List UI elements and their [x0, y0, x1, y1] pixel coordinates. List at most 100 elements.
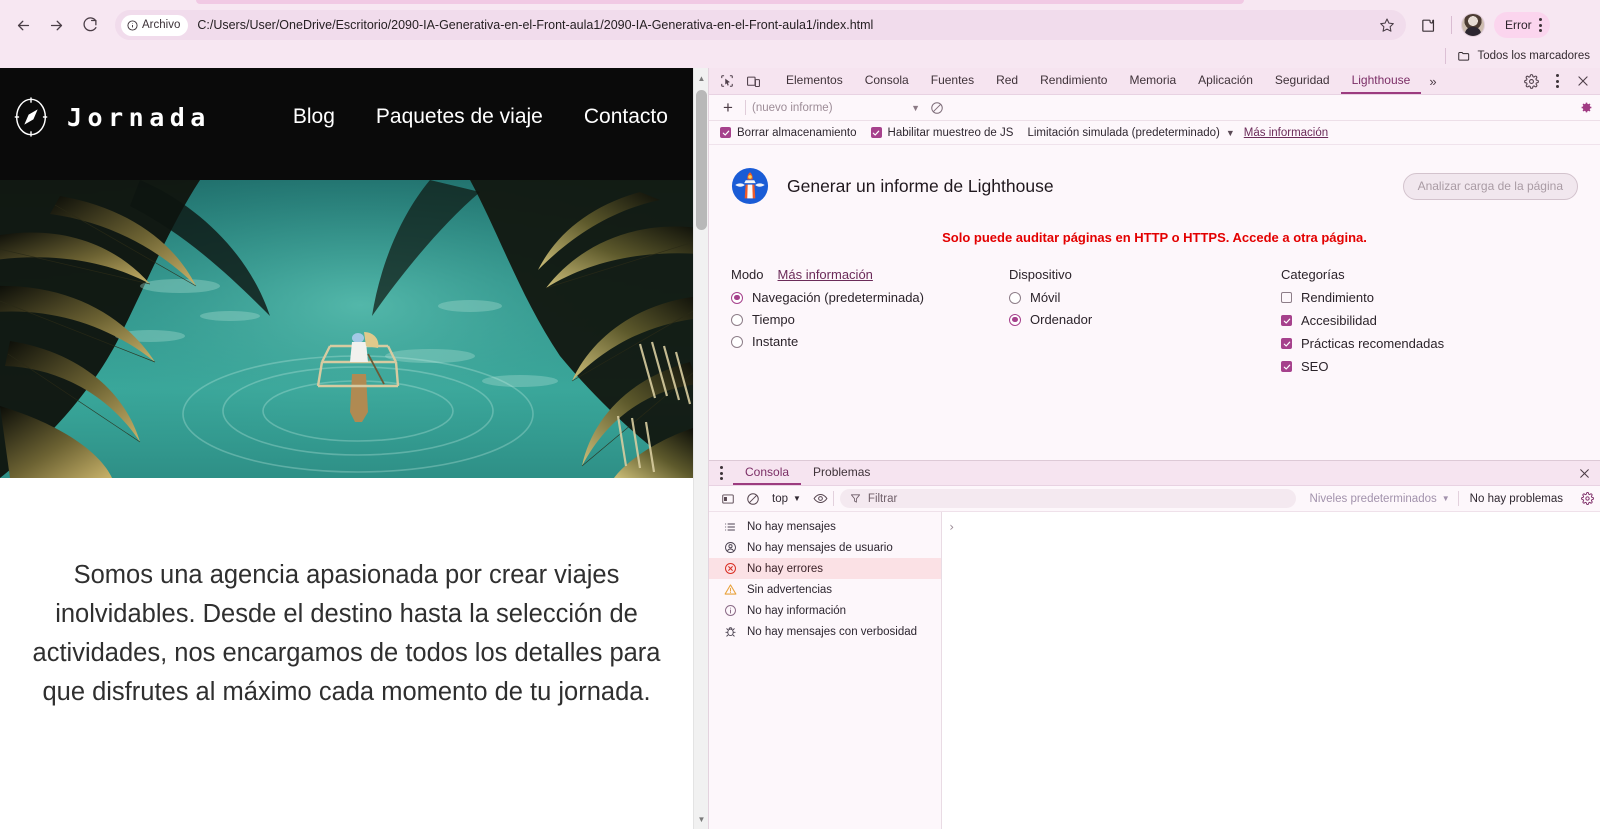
toolbar-divider — [832, 491, 834, 506]
category-rendimiento[interactable]: Rendimiento — [1281, 290, 1444, 305]
chrome-menu-icon[interactable] — [1537, 18, 1544, 32]
console-sidebar-item-user-messages[interactable]: No hay mensajes de usuario — [709, 537, 941, 558]
drawer-tab-consola[interactable]: Consola — [733, 461, 802, 485]
lighthouse-settings-gear-icon[interactable] — [1580, 101, 1593, 114]
option-clear-storage[interactable]: Borrar almacenamiento — [720, 127, 857, 139]
scroll-up-icon[interactable]: ▲ — [694, 70, 709, 86]
console-prompt-caret: › — [948, 520, 956, 534]
extensions-icon[interactable] — [1414, 11, 1442, 39]
list-icon — [723, 520, 737, 534]
label-accesibilidad: Accesibilidad — [1301, 313, 1377, 328]
option-js-sampling[interactable]: Habilitar muestreo de JS — [870, 127, 1013, 139]
nav-link-contacto[interactable]: Contacto — [584, 105, 668, 129]
back-button[interactable] — [8, 10, 38, 40]
label-rendimiento: Rendimiento — [1301, 290, 1374, 305]
bookmark-star-icon[interactable] — [1374, 12, 1400, 38]
drawer-close-icon[interactable] — [1569, 461, 1600, 485]
console-sidebar-label: No hay errores — [747, 562, 824, 575]
device-option-movil[interactable]: Móvil — [1009, 290, 1259, 305]
tab-aplicacion[interactable]: Aplicación — [1187, 68, 1264, 94]
devtools-close-icon[interactable] — [1570, 68, 1596, 94]
tab-red[interactable]: Red — [985, 68, 1029, 94]
device-toolbar-icon[interactable] — [740, 68, 766, 94]
mode-option-instante[interactable]: Instante — [731, 334, 987, 349]
file-scheme-chip[interactable]: Archivo — [121, 14, 189, 36]
more-tabs-button[interactable]: » — [1421, 68, 1444, 94]
tab-seguridad[interactable]: Seguridad — [1264, 68, 1341, 94]
label-seo: SEO — [1301, 359, 1329, 374]
category-seo[interactable]: SEO — [1281, 359, 1444, 374]
radio-movil[interactable] — [1009, 291, 1021, 304]
bookmarks-bar: Todos los marcadores — [0, 44, 1600, 68]
mode-option-tiempo[interactable]: Tiempo — [731, 312, 987, 327]
label-practicas: Prácticas recomendadas — [1301, 336, 1445, 351]
console-filter-input[interactable]: Filtrar — [839, 489, 1296, 508]
console-output[interactable]: › — [942, 512, 1600, 829]
throttling-select[interactable]: Limitación simulada (predeterminado) ▼ — [1027, 127, 1234, 139]
options-more-info-link[interactable]: Más información — [1244, 127, 1328, 139]
checkbox-rendimiento[interactable] — [1281, 292, 1292, 303]
checkbox-practicas[interactable] — [1281, 338, 1292, 349]
new-report-button[interactable]: + — [717, 98, 739, 118]
console-sidebar-toggle-icon[interactable] — [715, 488, 740, 510]
mode-more-info-link[interactable]: Más información — [778, 267, 873, 282]
console-settings-gear-icon[interactable] — [1574, 492, 1600, 505]
browser-toolbar: Archivo C:/Users/User/OneDrive/Escritori… — [0, 6, 1600, 44]
drawer-tab-problemas[interactable]: Problemas — [801, 461, 882, 485]
analyze-page-load-button[interactable]: Analizar carga de la página — [1402, 172, 1578, 200]
console-levels-select[interactable]: Niveles predeterminados ▼ — [1302, 493, 1458, 505]
radio-tiempo[interactable] — [731, 313, 743, 326]
devtools-menu-icon[interactable] — [1544, 68, 1570, 94]
scrollbar-thumb[interactable] — [696, 90, 707, 230]
address-bar[interactable]: Archivo C:/Users/User/OneDrive/Escritori… — [115, 10, 1406, 40]
clear-reports-icon[interactable] — [930, 101, 944, 115]
all-bookmarks-label: Todos los marcadores — [1477, 50, 1591, 62]
drawer-menu-icon[interactable] — [709, 461, 733, 485]
console-sidebar-item-verbose[interactable]: No hay mensajes con verbosidad — [709, 621, 941, 642]
clear-console-icon[interactable] — [740, 488, 765, 510]
tab-memoria[interactable]: Memoria — [1118, 68, 1187, 94]
tab-rendimiento[interactable]: Rendimiento — [1029, 68, 1118, 94]
checkbox-js-sampling[interactable] — [870, 127, 882, 138]
mode-option-navegacion[interactable]: Navegación (predeterminada) — [731, 290, 987, 305]
forward-button[interactable] — [41, 10, 71, 40]
console-sidebar-item-errors[interactable]: No hay errores — [709, 558, 941, 579]
checkbox-clear-storage[interactable] — [720, 127, 731, 138]
console-sidebar-item-messages[interactable]: No hay mensajes — [709, 516, 941, 537]
checkbox-accesibilidad[interactable] — [1281, 315, 1292, 326]
radio-ordenador[interactable] — [1009, 313, 1021, 326]
inspect-element-icon[interactable] — [714, 68, 740, 94]
device-option-ordenador[interactable]: Ordenador — [1009, 312, 1259, 327]
tab-lighthouse[interactable]: Lighthouse — [1340, 68, 1422, 94]
reload-button[interactable] — [74, 10, 104, 40]
tab-consola[interactable]: Consola — [854, 68, 920, 94]
nav-link-blog[interactable]: Blog — [293, 105, 335, 129]
avatar[interactable] — [1461, 13, 1485, 37]
console-sidebar-item-info[interactable]: No hay información — [709, 600, 941, 621]
site-logo[interactable]: Jornada — [10, 96, 211, 138]
category-practicas[interactable]: Prácticas recomendadas — [1281, 336, 1444, 351]
lighthouse-options-row: Borrar almacenamiento Habilitar muestreo… — [709, 121, 1600, 145]
chevron-down-icon: ▼ — [911, 102, 920, 113]
scroll-down-icon[interactable]: ▼ — [694, 811, 709, 827]
mode-heading-row: Modo Más información — [731, 267, 987, 282]
console-context-select[interactable]: top ▼ — [765, 493, 808, 505]
report-select[interactable]: (nuevo informe) ▼ — [752, 102, 920, 114]
devtools-settings-gear-icon[interactable] — [1518, 68, 1544, 94]
category-accesibilidad[interactable]: Accesibilidad — [1281, 313, 1444, 328]
brand-name: Jornada — [67, 102, 211, 132]
live-expression-eye-icon[interactable] — [808, 488, 833, 510]
radio-navegacion[interactable] — [731, 291, 743, 304]
status-badge[interactable]: Error — [1494, 12, 1550, 38]
tab-elementos[interactable]: Elementos — [775, 68, 854, 94]
page-scrollbar[interactable]: ▲ ▼ — [693, 68, 708, 829]
tab-fuentes[interactable]: Fuentes — [920, 68, 985, 94]
bookmarks-divider — [1444, 48, 1446, 64]
nav-link-paquetes[interactable]: Paquetes de viaje — [376, 105, 543, 129]
device-heading-row: Dispositivo — [1009, 267, 1259, 282]
checkbox-seo[interactable] — [1281, 361, 1292, 372]
radio-instante[interactable] — [731, 335, 743, 348]
console-context-value: top — [772, 492, 788, 505]
console-sidebar-item-warnings[interactable]: Sin advertencias — [709, 579, 941, 600]
all-bookmarks-button[interactable]: Todos los marcadores — [1457, 49, 1591, 63]
